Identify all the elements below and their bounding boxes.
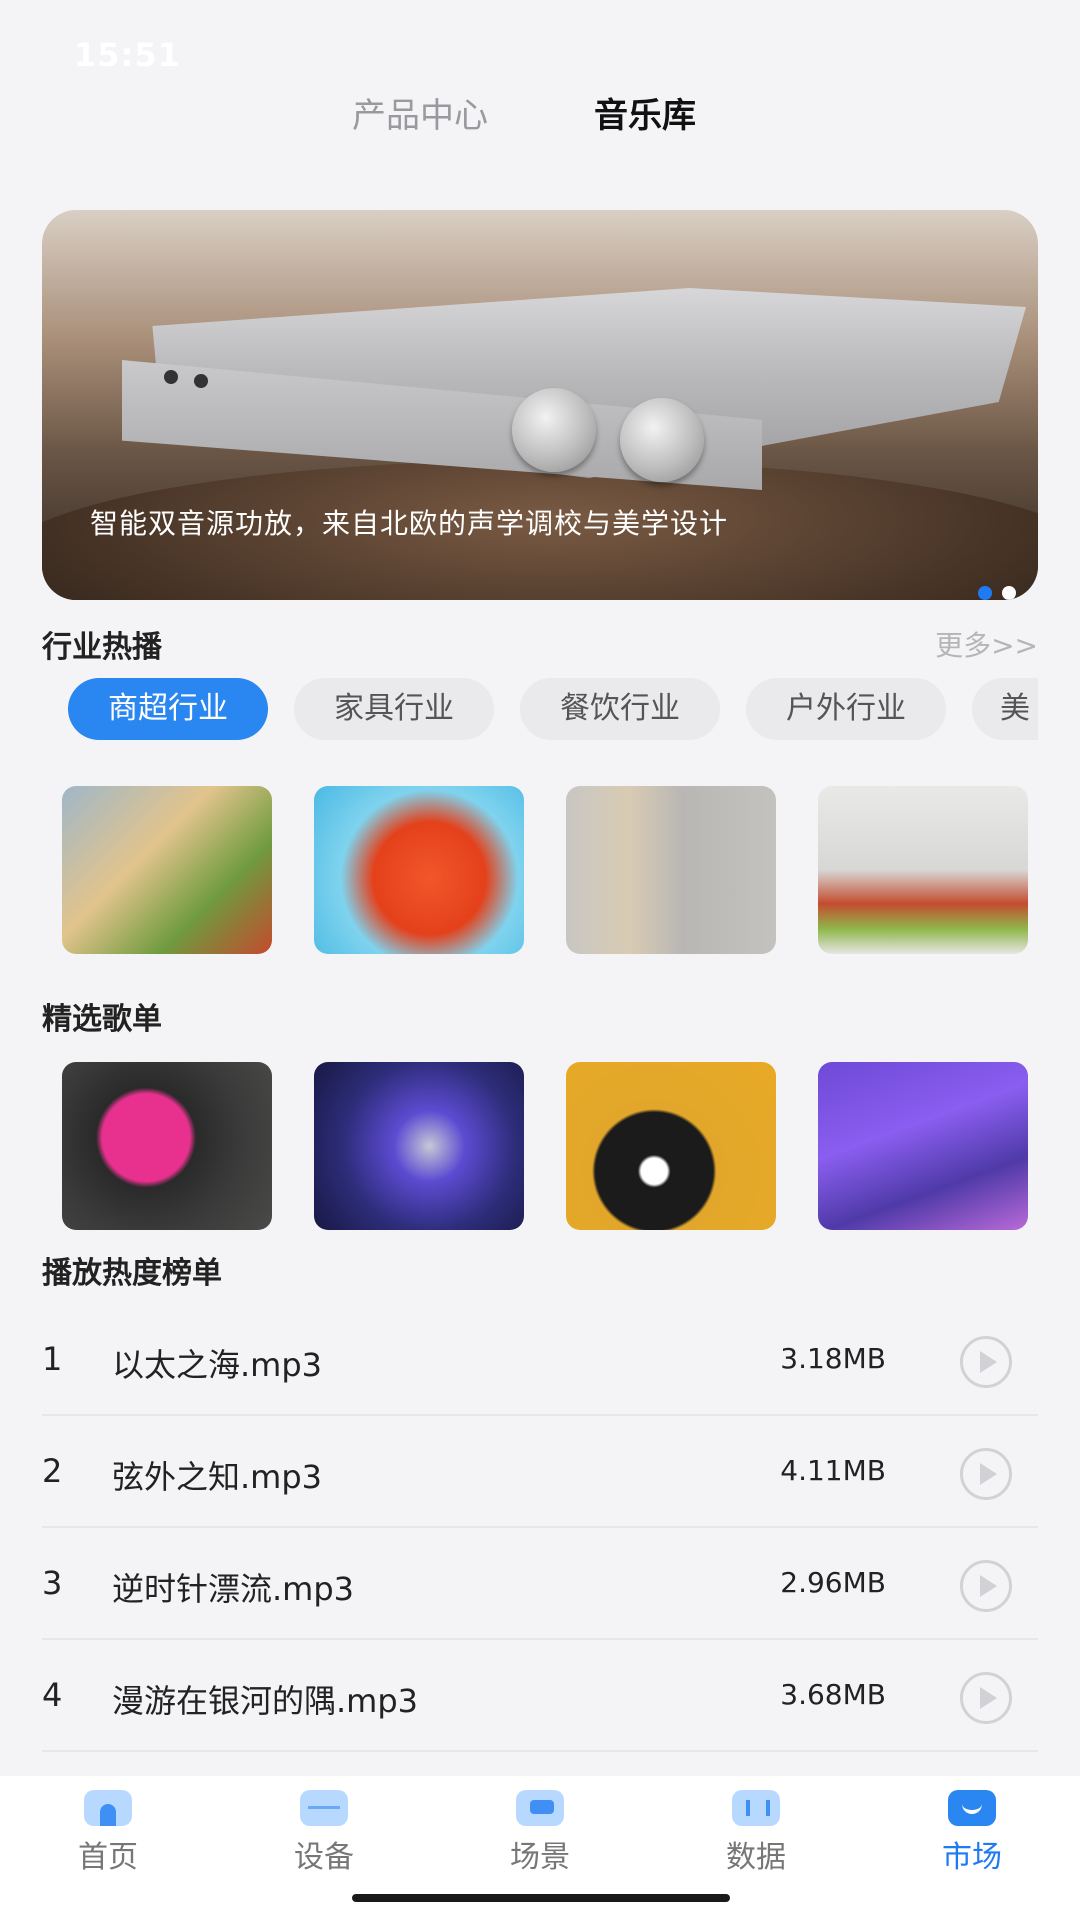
- play-icon[interactable]: [960, 1448, 1012, 1500]
- tab-label: 设备: [294, 1840, 354, 1875]
- home-indicator[interactable]: [352, 1894, 730, 1902]
- grocery-shopping-image[interactable]: [62, 786, 272, 954]
- mixer-console-image[interactable]: [818, 1062, 1028, 1230]
- tab-label: 场景: [510, 1840, 570, 1875]
- chip-furniture[interactable]: 家具行业: [294, 678, 494, 740]
- tab-home[interactable]: 首页: [38, 1790, 178, 1876]
- amp-button: [194, 374, 208, 388]
- chip-beauty[interactable]: 美: [972, 678, 1038, 740]
- pagination-dot-active[interactable]: [978, 586, 992, 600]
- amp-button: [164, 370, 178, 384]
- rank-number: 3: [42, 1564, 63, 1602]
- list-item[interactable]: 2 弦外之知.mp3 4.11MB: [42, 1416, 1038, 1528]
- rank-number: 4: [42, 1676, 63, 1714]
- amp-knob: [512, 388, 596, 472]
- snack-jars-image[interactable]: [818, 786, 1028, 954]
- tab-music-library[interactable]: 音乐库: [594, 88, 696, 137]
- tab-scene[interactable]: 场景: [470, 1790, 610, 1876]
- ranking-list: 1 以太之海.mp3 3.18MB 2 弦外之知.mp3 4.11MB 3 逆时…: [42, 1304, 1038, 1752]
- banner-caption: 智能双音源功放，来自北欧的声学调校与美学设计: [90, 507, 729, 540]
- file-size: 3.18MB: [780, 1342, 886, 1375]
- microphone-image[interactable]: [314, 1062, 524, 1230]
- chip-supermarket[interactable]: 商超行业: [68, 678, 268, 740]
- amp-knob: [620, 398, 704, 482]
- tomato-water-image[interactable]: [314, 786, 524, 954]
- data-icon: [732, 1790, 780, 1826]
- chip-outdoor[interactable]: 户外行业: [746, 678, 946, 740]
- tab-label: 首页: [78, 1840, 138, 1875]
- tab-label: 市场: [942, 1840, 1002, 1875]
- top-tabs: 产品中心 音乐库: [0, 88, 1080, 148]
- tab-data[interactable]: 数据: [686, 1790, 826, 1876]
- list-item[interactable]: 4 漫游在银河的隅.mp3 3.68MB: [42, 1640, 1038, 1752]
- chip-restaurant[interactable]: 餐饮行业: [520, 678, 720, 740]
- rank-number: 2: [42, 1452, 63, 1490]
- pagination-dot[interactable]: [1002, 586, 1016, 600]
- scene-icon: [516, 1790, 564, 1826]
- industry-section-title: 行业热播: [42, 630, 162, 665]
- more-link[interactable]: 更多>>: [935, 624, 1038, 664]
- list-item[interactable]: 1 以太之海.mp3 3.18MB: [42, 1304, 1038, 1416]
- list-item[interactable]: 3 逆时针漂流.mp3 2.96MB: [42, 1528, 1038, 1640]
- track-name: 弦外之知.mp3: [112, 1458, 323, 1496]
- tab-device[interactable]: 设备: [254, 1790, 394, 1876]
- track-name: 以太之海.mp3: [112, 1346, 323, 1384]
- tab-product-center[interactable]: 产品中心: [352, 88, 488, 137]
- tab-market[interactable]: 市场: [902, 1790, 1042, 1876]
- status-time: 15:51: [74, 36, 181, 74]
- tab-label: 数据: [726, 1840, 786, 1875]
- ranking-section-title: 播放热度榜单: [42, 1256, 222, 1291]
- play-icon[interactable]: [960, 1560, 1012, 1612]
- play-icon[interactable]: [960, 1336, 1012, 1388]
- vinyl-music-notes-image[interactable]: [566, 1062, 776, 1230]
- track-name: 逆时针漂流.mp3: [112, 1570, 355, 1608]
- home-icon: [84, 1790, 132, 1826]
- market-icon: [948, 1790, 996, 1826]
- banner-carousel[interactable]: 智能双音源功放，来自北欧的声学调校与美学设计: [42, 210, 1038, 600]
- slippers-towel-image[interactable]: [566, 786, 776, 954]
- play-icon[interactable]: [960, 1672, 1012, 1724]
- playlist-section-title: 精选歌单: [42, 1002, 162, 1037]
- file-size: 4.11MB: [780, 1454, 886, 1487]
- file-size: 3.68MB: [780, 1678, 886, 1711]
- banner-pagination: [978, 586, 1016, 600]
- file-size: 2.96MB: [780, 1566, 886, 1599]
- device-icon: [300, 1790, 348, 1826]
- industry-chips: 商超行业 家具行业 餐饮行业 户外行业 美: [42, 678, 1038, 746]
- vinyl-pink-image[interactable]: [62, 1062, 272, 1230]
- track-name: 漫游在银河的隅.mp3: [112, 1682, 419, 1720]
- rank-number: 1: [42, 1340, 63, 1378]
